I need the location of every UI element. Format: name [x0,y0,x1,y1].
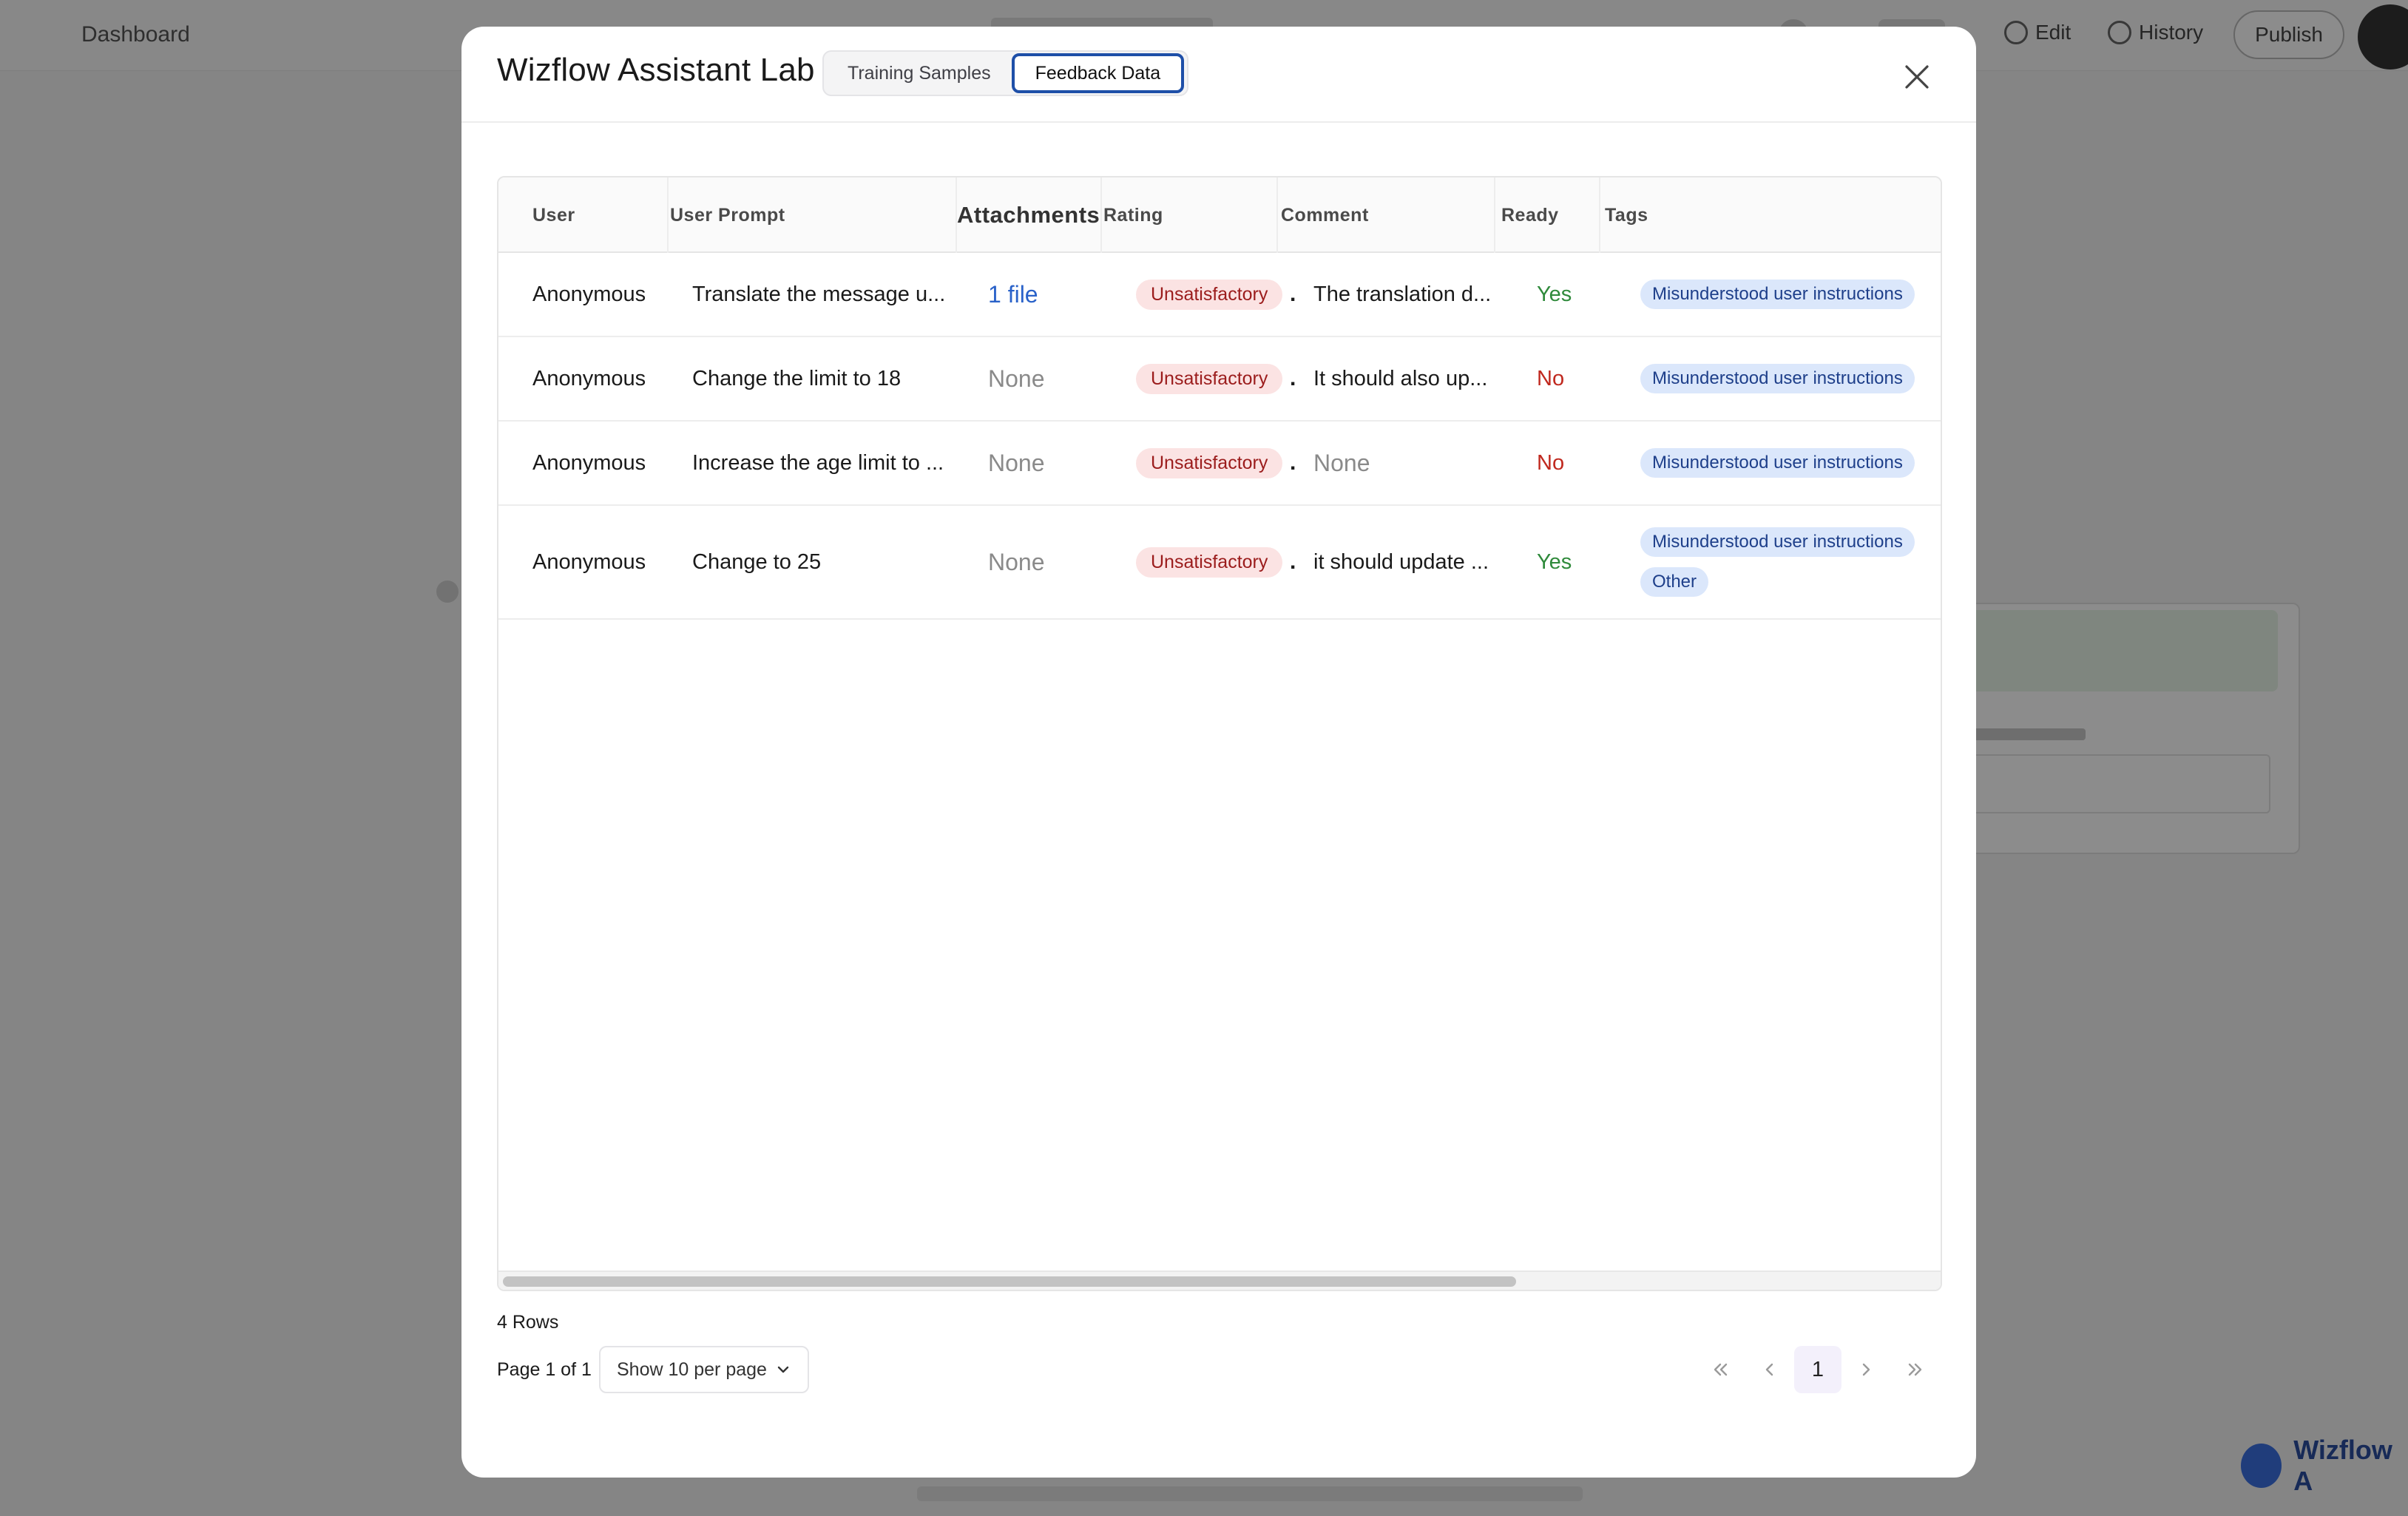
cell-user-prompt: Change the limit to 18 [692,366,902,390]
scrollbar-thumb[interactable] [503,1276,1516,1287]
last-page-button[interactable] [1890,1346,1939,1393]
cell-separator: . [1290,549,1296,574]
tag-badge: Misunderstood user instructions [1640,280,1915,309]
pagination: 1 [1697,1346,1939,1393]
feedback-table: User User Prompt Attachments Rating Comm… [497,176,1942,1291]
column-header-ready[interactable]: Ready [1501,177,1559,253]
rating-badge: Unsatisfactory [1136,363,1283,394]
cell-separator: . [1290,282,1296,306]
column-header-comment[interactable]: Comment [1281,177,1369,253]
next-page-button[interactable] [1841,1346,1890,1393]
cell-attachments: None [988,548,1045,575]
tab-feedback-data[interactable]: Feedback Data [1011,53,1185,93]
cell-comment: it should update ... [1313,549,1489,574]
horizontal-scrollbar[interactable] [498,1270,1941,1290]
table-row[interactable]: Anonymous Change to 25 None Unsatisfacto… [498,506,1941,620]
cell-ready: No [1537,450,1565,475]
tab-training-samples[interactable]: Training Samples [827,53,1012,93]
cell-user: Anonymous [532,282,646,306]
cell-user-prompt: Change to 25 [692,549,822,574]
chevron-left-icon [1765,1363,1773,1376]
cell-ready: Yes [1537,282,1572,306]
column-header-user-prompt[interactable]: User Prompt [670,177,785,253]
tag-badge: Misunderstood user instructions [1640,364,1915,393]
column-divider[interactable] [1494,177,1495,253]
tag-badge: Misunderstood user instructions [1640,527,1915,557]
rating-badge: Unsatisfactory [1136,546,1283,578]
cell-comment: It should also up... [1313,366,1488,390]
cell-comment: The translation d... [1313,282,1492,306]
tab-switcher: Training Samples Feedback Data [822,50,1189,96]
column-divider[interactable] [1599,177,1600,253]
cell-user: Anonymous [532,450,646,475]
page-number-button[interactable]: 1 [1794,1346,1841,1393]
rows-count: 4 Rows [497,1312,559,1333]
column-header-rating[interactable]: Rating [1103,177,1163,253]
first-page-button[interactable] [1697,1346,1745,1393]
cell-attachments: None [988,365,1045,392]
column-header-user[interactable]: User [532,177,575,253]
close-icon [1905,65,1929,89]
page-indicator: Page 1 of 1 [497,1359,592,1380]
table-row[interactable]: Anonymous Increase the age limit to ... … [498,422,1941,506]
table-row[interactable]: Anonymous Translate the message u... 1 f… [498,253,1941,337]
column-divider[interactable] [1276,177,1278,253]
previous-page-button[interactable] [1745,1346,1794,1393]
cell-ready: Yes [1537,549,1572,574]
feedback-modal: Wizflow Assistant Lab Training Samples F… [461,27,1976,1478]
cell-user: Anonymous [532,366,646,390]
cell-comment: None [1313,449,1370,476]
cell-user: Anonymous [532,549,646,574]
modal-header: Wizflow Assistant Lab Training Samples F… [461,27,1976,123]
rating-badge: Unsatisfactory [1136,447,1283,478]
cell-separator: . [1290,450,1296,475]
cell-user-prompt: Increase the age limit to ... [692,450,944,475]
modal-title: Wizflow Assistant Lab [497,52,815,88]
chevron-down-icon [777,1366,789,1373]
table-row[interactable]: Anonymous Change the limit to 18 None Un… [498,337,1941,422]
chevrons-left-icon [1714,1363,1728,1376]
per-page-value: Show 10 per page [617,1358,767,1380]
cell-user-prompt: Translate the message u... [692,282,946,306]
close-button[interactable] [1902,62,1932,92]
attachment-link[interactable]: 1 file [988,281,1038,308]
tag-badge: Other [1640,567,1709,597]
column-header-attachments[interactable]: Attachments [957,177,1100,253]
column-divider[interactable] [1100,177,1102,253]
column-divider[interactable] [667,177,669,253]
per-page-select[interactable]: Show 10 per page [599,1346,809,1393]
tag-badge: Misunderstood user instructions [1640,448,1915,478]
rating-badge: Unsatisfactory [1136,279,1283,310]
table-header: User User Prompt Attachments Rating Comm… [498,177,1941,253]
column-header-tags[interactable]: Tags [1605,177,1648,253]
chevron-right-icon [1862,1363,1870,1376]
cell-ready: No [1537,366,1565,390]
cell-attachments: None [988,449,1045,476]
chevrons-right-icon [1908,1363,1922,1376]
cell-separator: . [1290,366,1296,390]
